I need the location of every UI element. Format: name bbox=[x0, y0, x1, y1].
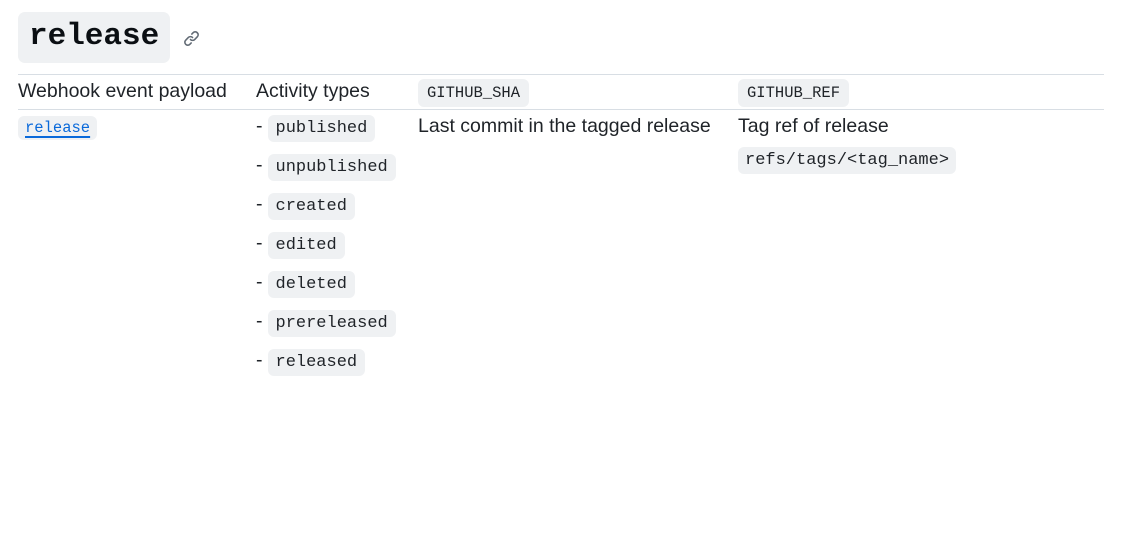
list-item: -published bbox=[256, 110, 418, 145]
list-item: -unpublished bbox=[256, 149, 418, 184]
list-item: -prereleased bbox=[256, 305, 418, 340]
github-ref-value: refs/tags/<tag_name> bbox=[738, 147, 956, 174]
list-marker: - bbox=[256, 115, 263, 137]
webhook-reference-table: Webhook event payload Activity types GIT… bbox=[18, 75, 1104, 383]
cell-activity-types: -published -unpublished -created -edited bbox=[256, 110, 418, 384]
docs-page: release Webhook event payload Activity t… bbox=[0, 0, 1129, 543]
cell-github-ref: Tag ref of release refs/tags/<tag_name> bbox=[738, 110, 1104, 384]
list-marker: - bbox=[256, 232, 263, 254]
list-marker: - bbox=[256, 271, 263, 293]
cell-github-sha: Last commit in the tagged release bbox=[418, 110, 738, 384]
list-item: -released bbox=[256, 344, 418, 379]
column-header-code-label: GITHUB_SHA bbox=[418, 79, 529, 107]
table-header: Webhook event payload Activity types GIT… bbox=[18, 75, 1104, 110]
table-header-row: Webhook event payload Activity types GIT… bbox=[18, 75, 1104, 110]
github-sha-description: Last commit in the tagged release bbox=[418, 115, 711, 137]
column-header-webhook-event-payload: Webhook event payload bbox=[18, 75, 256, 110]
link-icon[interactable] bbox=[180, 27, 202, 49]
table-row: release -published -unpublished -created bbox=[18, 110, 1104, 384]
table-body: release -published -unpublished -created bbox=[18, 110, 1104, 384]
activity-type-label: deleted bbox=[268, 271, 355, 298]
page-title: release bbox=[18, 12, 170, 63]
list-marker: - bbox=[256, 193, 263, 215]
webhook-event-payload-link[interactable]: release bbox=[18, 115, 97, 137]
webhook-event-payload-label: release bbox=[18, 116, 97, 140]
list-item: -deleted bbox=[256, 266, 418, 301]
activity-type-label: published bbox=[268, 115, 376, 142]
activity-type-label: released bbox=[268, 349, 366, 376]
activity-type-label: edited bbox=[268, 232, 345, 259]
activity-type-label: prereleased bbox=[268, 310, 396, 337]
list-marker: - bbox=[256, 349, 263, 371]
activity-type-label: created bbox=[268, 193, 355, 220]
list-marker: - bbox=[256, 154, 263, 176]
column-header-github-sha: GITHUB_SHA bbox=[418, 75, 738, 110]
column-header-label: Activity types bbox=[256, 80, 370, 102]
cell-webhook-event-payload: release bbox=[18, 110, 256, 384]
column-header-code-label: GITHUB_REF bbox=[738, 79, 849, 107]
column-header-label: Webhook event payload bbox=[18, 80, 227, 102]
activity-type-label: unpublished bbox=[268, 154, 396, 181]
column-header-github-ref: GITHUB_REF bbox=[738, 75, 1104, 110]
list-item: -created bbox=[256, 188, 418, 223]
github-ref-description: Tag ref of release bbox=[738, 115, 889, 137]
list-item: -edited bbox=[256, 227, 418, 262]
column-header-activity-types: Activity types bbox=[256, 75, 418, 110]
page-heading: release bbox=[18, 0, 1111, 74]
activity-types-list: -published -unpublished -created -edited bbox=[256, 110, 418, 379]
list-marker: - bbox=[256, 310, 263, 332]
